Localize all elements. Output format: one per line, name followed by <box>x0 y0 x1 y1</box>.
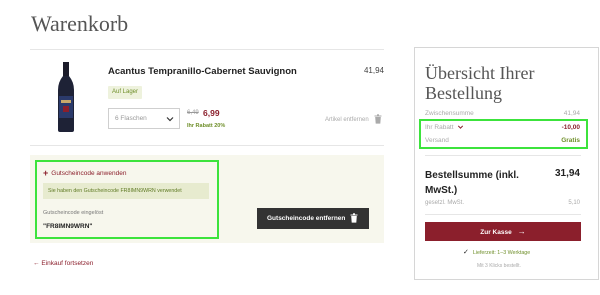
apply-voucher-label: Gutscheincode anwenden <box>51 170 127 177</box>
voucher-code: "FR8IMN9WRN" <box>43 223 93 230</box>
wine-bottle-image <box>58 62 74 132</box>
continue-shopping-label: Einkauf fortsetzen <box>41 260 94 267</box>
order-total-label: Bestellsumme (inkl. MwSt.) <box>425 170 519 196</box>
checkout-button[interactable]: Zur Kasse → <box>425 222 581 241</box>
subtotal-value: 41,94 <box>563 110 580 117</box>
checkout-label: Zur Kasse <box>480 229 512 236</box>
trash-icon <box>350 213 358 223</box>
order-total-value: 31,94 <box>554 168 580 179</box>
delivery-text: Lieferzeit: 1–3 Werktage <box>472 250 531 256</box>
chevron-down-icon <box>458 125 464 130</box>
divider <box>30 49 384 50</box>
remove-voucher-button[interactable]: Gutscheincode entfernen <box>257 208 369 229</box>
chevron-down-icon <box>166 117 174 122</box>
trash-icon[interactable] <box>374 114 382 124</box>
page-title: Warenkorb <box>31 11 129 36</box>
old-unit-price: 6,49 <box>187 110 199 116</box>
subtotal-label: Zwischensumme <box>425 110 474 117</box>
voucher-success-message: Sie haben den Gutscheincode FR8IMN9WRN v… <box>43 183 209 199</box>
delivery-info: ✓ Lieferzeit: 1–3 Werktage <box>463 248 530 256</box>
remove-voucher-label: Gutscheincode entfernen <box>267 215 346 222</box>
product-total-price: 41,94 <box>363 66 384 75</box>
plus-icon: + <box>43 168 49 178</box>
divider <box>425 214 581 215</box>
quantity-value: 6 Flaschen <box>115 115 147 122</box>
remove-item-link[interactable]: Artikel entfernen <box>325 117 369 123</box>
vat-label: gesetzl. MwSt. <box>425 200 465 206</box>
discount-label: Ihr Rabatt <box>425 124 454 131</box>
quantity-select[interactable]: 6 Flaschen <box>108 108 180 129</box>
voucher-label: Gutscheincode eingelöst <box>43 210 104 216</box>
shipping-label: Versand <box>425 137 449 144</box>
divider <box>30 145 384 146</box>
checkmark-icon: ✓ <box>463 249 469 256</box>
stock-badge: Auf Lager <box>108 86 143 99</box>
discount-text: Ihr Rabatt 20% <box>187 123 226 129</box>
arrow-right-icon: → <box>517 227 526 236</box>
shipping-value: Gratis <box>561 137 580 144</box>
summary-title: Übersicht Ihrer Bestellung <box>425 63 535 103</box>
apply-voucher-toggle[interactable]: + Gutscheincode anwenden <box>43 167 127 178</box>
unit-price: 6,99 <box>203 108 220 118</box>
vat-value: 5,10 <box>568 200 580 206</box>
clicks-info: Mit 3 Klicks bestellt. <box>477 263 521 269</box>
arrow-left-icon: ← <box>33 260 40 267</box>
continue-shopping-link[interactable]: ← Einkauf fortsetzen <box>33 260 93 267</box>
divider <box>425 155 581 156</box>
product-name[interactable]: Acantus Tempranillo-Cabernet Sauvignon <box>108 66 297 77</box>
discount-toggle[interactable]: Ihr Rabatt <box>425 124 464 131</box>
discount-value: -10,00 <box>561 124 580 131</box>
